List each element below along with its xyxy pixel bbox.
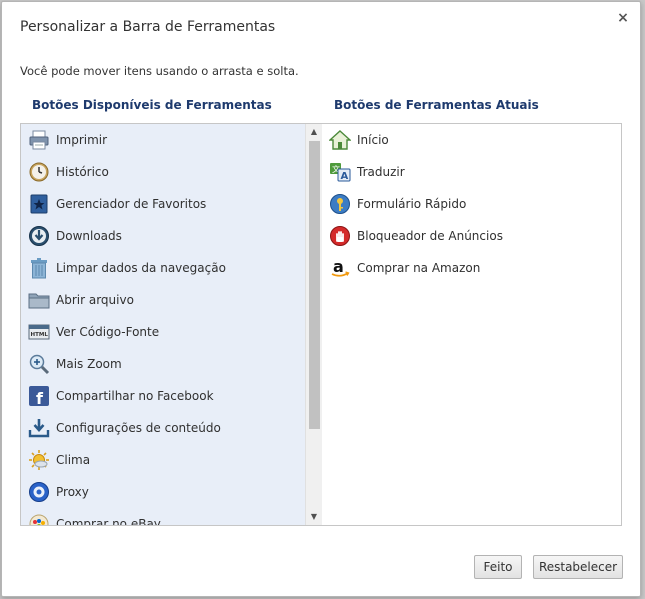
current-item-label: Bloqueador de Anúncios bbox=[357, 229, 503, 243]
current-item-translate[interactable]: 文A Traduzir bbox=[322, 156, 621, 188]
translate-icon: 文A bbox=[329, 161, 351, 183]
current-item-amazon[interactable]: a Comprar na Amazon bbox=[322, 252, 621, 284]
ad-blocker-hand-icon bbox=[329, 225, 351, 247]
dialog-title: Personalizar a Barra de Ferramentas bbox=[20, 19, 276, 35]
folder-icon bbox=[28, 289, 50, 311]
scroll-down-arrow-icon[interactable]: ▼ bbox=[306, 509, 322, 525]
available-item-open-file[interactable]: Abrir arquivo bbox=[21, 284, 322, 316]
svg-text:f: f bbox=[36, 389, 44, 407]
bookmark-star-icon bbox=[28, 193, 50, 215]
available-buttons-list[interactable]: Imprimir Histórico Gerenciador de Favori… bbox=[20, 123, 323, 526]
current-item-label: Formulário Rápido bbox=[357, 197, 467, 211]
available-item-view-source[interactable]: HTML Ver Código-Fonte bbox=[21, 316, 322, 348]
available-item-label: Ver Código-Fonte bbox=[56, 325, 160, 339]
close-icon[interactable]: × bbox=[615, 10, 631, 26]
available-item-label: Limpar dados da navegação bbox=[56, 261, 226, 275]
proxy-icon bbox=[28, 481, 50, 503]
printer-icon bbox=[28, 129, 50, 151]
available-item-history[interactable]: Histórico bbox=[21, 156, 322, 188]
available-item-label: Downloads bbox=[56, 229, 122, 243]
quick-form-key-icon bbox=[329, 193, 351, 215]
current-item-label: Comprar na Amazon bbox=[357, 261, 481, 275]
svg-text:HTML: HTML bbox=[31, 332, 49, 338]
available-item-print[interactable]: Imprimir bbox=[21, 124, 322, 156]
available-item-clear-data[interactable]: Limpar dados da navegação bbox=[21, 252, 322, 284]
available-item-label: Configurações de conteúdo bbox=[56, 421, 221, 435]
download-arrow-icon bbox=[28, 225, 50, 247]
dialog-subtitle: Você pode mover itens usando o arrasta e… bbox=[20, 64, 299, 78]
weather-sun-icon bbox=[28, 449, 50, 471]
available-item-label: Gerenciador de Favoritos bbox=[56, 197, 207, 211]
available-item-weather[interactable]: Clima bbox=[21, 444, 322, 476]
available-buttons-heading: Botões Disponíveis de Ferramentas bbox=[32, 98, 272, 112]
available-item-label: Proxy bbox=[56, 485, 89, 499]
current-item-ad-blocker[interactable]: Bloqueador de Anúncios bbox=[322, 220, 621, 252]
available-list-scrollbar[interactable]: ▲ ▼ bbox=[305, 124, 322, 525]
current-item-quick-form[interactable]: Formulário Rápido bbox=[322, 188, 621, 220]
current-buttons-list[interactable]: Início 文A Traduzir Formulário Rápido Blo… bbox=[322, 123, 622, 526]
content-settings-icon bbox=[28, 417, 50, 439]
done-button[interactable]: Feito bbox=[474, 555, 522, 579]
scroll-up-arrow-icon[interactable]: ▲ bbox=[306, 124, 322, 140]
current-item-label: Traduzir bbox=[357, 165, 405, 179]
svg-text:A: A bbox=[341, 171, 349, 182]
available-item-content-settings[interactable]: Configurações de conteúdo bbox=[21, 412, 322, 444]
available-item-label: Clima bbox=[56, 453, 91, 467]
ebay-icon bbox=[28, 513, 50, 525]
zoom-in-icon bbox=[28, 353, 50, 375]
available-item-share-facebook[interactable]: f Compartilhar no Facebook bbox=[21, 380, 322, 412]
available-item-label: Mais Zoom bbox=[56, 357, 122, 371]
available-item-bookmarks[interactable]: Gerenciador de Favoritos bbox=[21, 188, 322, 220]
available-item-shop-ebay[interactable]: Comprar no eBay bbox=[21, 508, 322, 526]
available-item-label: Imprimir bbox=[56, 133, 108, 147]
amazon-icon: a bbox=[329, 257, 351, 279]
svg-text:a: a bbox=[333, 257, 344, 276]
available-item-label: Abrir arquivo bbox=[56, 293, 134, 307]
available-item-proxy[interactable]: Proxy bbox=[21, 476, 322, 508]
home-icon bbox=[329, 129, 351, 151]
current-buttons-heading: Botões de Ferramentas Atuais bbox=[334, 98, 539, 112]
reset-button[interactable]: Restabelecer bbox=[533, 555, 623, 579]
current-item-home[interactable]: Início bbox=[322, 124, 621, 156]
current-item-label: Início bbox=[357, 133, 389, 147]
customize-toolbar-dialog: Personalizar a Barra de Ferramentas × Vo… bbox=[1, 1, 641, 597]
available-item-zoom-in[interactable]: Mais Zoom bbox=[21, 348, 322, 380]
trash-icon bbox=[28, 257, 50, 279]
available-item-label: Histórico bbox=[56, 165, 109, 179]
scrollbar-thumb[interactable] bbox=[309, 141, 320, 429]
available-item-label: Compartilhar no Facebook bbox=[56, 389, 214, 403]
history-clock-icon bbox=[28, 161, 50, 183]
available-item-label: Comprar no eBay bbox=[56, 517, 161, 526]
available-item-downloads[interactable]: Downloads bbox=[21, 220, 322, 252]
html-source-icon: HTML bbox=[28, 321, 50, 343]
facebook-icon: f bbox=[28, 385, 50, 407]
